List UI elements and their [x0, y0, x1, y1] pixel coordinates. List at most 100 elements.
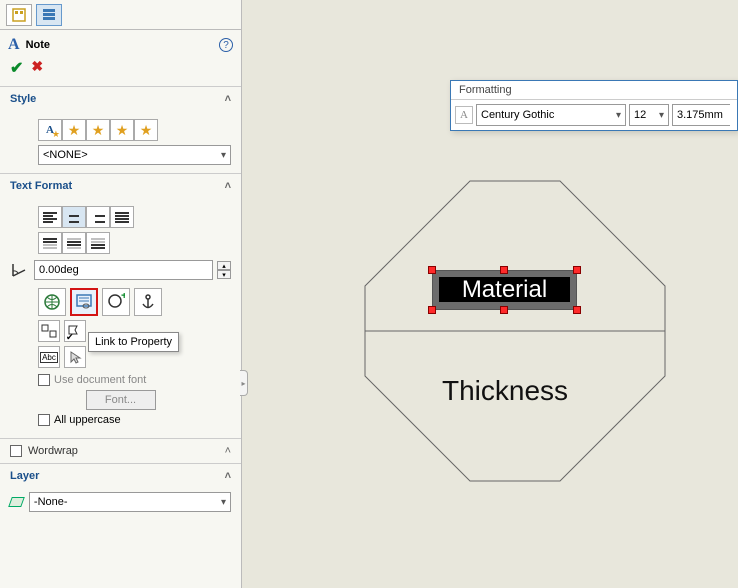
insert-flag-button[interactable]: ✔ — [64, 320, 86, 342]
select-tool-button[interactable] — [64, 346, 86, 368]
angle-icon — [10, 260, 30, 280]
note-icon: A — [8, 36, 20, 54]
use-doc-font-label: Use document font — [54, 374, 146, 386]
panel-title-row: A Note ? — [0, 30, 241, 56]
font-button[interactable]: Font... — [86, 390, 156, 410]
anchor-icon — [139, 293, 157, 311]
balloon-icon: + — [107, 293, 125, 311]
style-fav-apply[interactable]: A★ — [38, 119, 62, 141]
font-family-combo[interactable]: Century Gothic ▾ — [476, 104, 626, 126]
section-layer-header[interactable]: Layer ˄ — [0, 464, 241, 488]
align-justify-button[interactable] — [110, 206, 134, 228]
chevron-down-icon: ▾ — [616, 110, 621, 121]
chevron-up-icon: ˄ — [225, 445, 231, 457]
insert-anchor-button[interactable] — [134, 288, 162, 316]
angle-input[interactable] — [34, 260, 213, 280]
align-right-button[interactable] — [86, 206, 110, 228]
handle-ne[interactable] — [573, 266, 581, 274]
ok-button[interactable]: ✔ — [10, 58, 23, 78]
panel-tabs — [0, 0, 241, 30]
property-manager-icon — [42, 8, 56, 22]
align-left-button[interactable] — [38, 206, 62, 228]
handle-nw[interactable] — [428, 266, 436, 274]
wordwrap-checkbox[interactable] — [10, 445, 22, 457]
feature-manager-icon — [12, 8, 26, 22]
panel-title: Note — [26, 39, 50, 51]
note-textbox-material[interactable]: Material — [432, 270, 577, 310]
handle-sw[interactable] — [428, 306, 436, 314]
symbol-icon — [41, 324, 57, 338]
use-doc-font-row[interactable]: Use document font — [38, 374, 231, 386]
valign-middle-button[interactable] — [62, 232, 86, 254]
all-uppercase-row[interactable]: All uppercase — [38, 414, 231, 426]
align-row-1 — [38, 206, 231, 228]
font-height-value: 3.175mm — [677, 109, 723, 121]
angle-row: ▴▾ — [10, 260, 231, 280]
section-wordwrap: Wordwrap ˄ — [0, 439, 241, 464]
section-text-format: Text Format ˄ ▴▾ + — [0, 174, 241, 439]
align-row-2 — [38, 232, 231, 254]
handle-s[interactable] — [500, 306, 508, 314]
handle-se[interactable] — [573, 306, 581, 314]
globe-icon — [43, 293, 61, 311]
section-layer: Layer ˄ -None- ▾ — [0, 464, 241, 520]
angle-spinner[interactable]: ▴▾ — [217, 261, 231, 279]
layer-value: -None- — [34, 496, 68, 508]
style-fav-add[interactable]: ★ — [62, 119, 86, 141]
insert-hyperlink-button[interactable] — [38, 288, 66, 316]
all-uppercase-label: All uppercase — [54, 414, 121, 426]
link-to-property-button[interactable] — [70, 288, 98, 316]
use-doc-font-checkbox[interactable] — [38, 374, 50, 386]
handle-n[interactable] — [500, 266, 508, 274]
font-size-value: 12 — [634, 109, 646, 121]
font-height-field[interactable]: 3.175mm — [672, 104, 730, 126]
section-style-header[interactable]: Style ˄ — [0, 87, 241, 111]
wordwrap-row[interactable]: Wordwrap ˄ — [0, 439, 241, 463]
chevron-down-icon: ▾ — [221, 497, 226, 508]
tab-property-manager[interactable] — [36, 4, 62, 26]
insert-symbol-button[interactable] — [38, 320, 60, 342]
insert-balloon-button[interactable]: + — [102, 288, 130, 316]
fit-text-button[interactable]: Abc — [38, 346, 60, 368]
help-icon[interactable]: ? — [219, 38, 233, 52]
chevron-down-icon: ▾ — [221, 150, 226, 161]
section-text-format-header[interactable]: Text Format ˄ — [0, 174, 241, 198]
valign-top-button[interactable] — [38, 232, 62, 254]
style-fav-delete[interactable]: ★ — [86, 119, 110, 141]
style-fav-save[interactable]: ★ — [110, 119, 134, 141]
note-text-thickness[interactable]: Thickness — [442, 375, 568, 407]
font-size-combo[interactable]: 12 ▾ — [629, 104, 669, 126]
section-style-label: Style — [10, 93, 36, 105]
link-property-icon — [75, 293, 93, 311]
formatting-title: Formatting — [451, 81, 737, 100]
style-fav-load[interactable]: ★ — [134, 119, 158, 141]
all-uppercase-checkbox[interactable] — [38, 414, 50, 426]
octagon-shape — [355, 176, 675, 496]
formatting-toolbar[interactable]: Formatting A Century Gothic ▾ 12 ▾ 3.175… — [450, 80, 738, 131]
angle-down[interactable]: ▾ — [217, 270, 231, 279]
section-text-format-label: Text Format — [10, 180, 72, 192]
property-panel: A Note ? ✔ ✖ Style ˄ A★ ★ ★ ★ ★ <NONE> ▾ — [0, 0, 242, 588]
style-favorite-row: A★ ★ ★ ★ ★ — [38, 119, 231, 141]
style-preset-combo[interactable]: <NONE> ▾ — [38, 145, 231, 165]
layer-icon — [8, 497, 25, 507]
chevron-up-icon: ˄ — [225, 180, 231, 192]
valign-bottom-button[interactable] — [86, 232, 110, 254]
ok-cancel-row: ✔ ✖ — [0, 56, 241, 87]
angle-up[interactable]: ▴ — [217, 261, 231, 270]
link-to-property-tooltip: Link to Property — [88, 332, 179, 352]
section-style: Style ˄ A★ ★ ★ ★ ★ <NONE> ▾ — [0, 87, 241, 174]
cancel-button[interactable]: ✖ — [31, 58, 43, 78]
style-preset-value: <NONE> — [43, 149, 88, 161]
insert-row-1: + — [38, 288, 231, 316]
text-style-icon[interactable]: A — [455, 106, 473, 124]
wordwrap-label: Wordwrap — [28, 445, 78, 457]
layer-combo[interactable]: -None- ▾ — [29, 492, 231, 512]
align-center-button[interactable] — [62, 206, 86, 228]
tab-feature-manager[interactable] — [6, 4, 32, 26]
chevron-up-icon: ˄ — [225, 93, 231, 105]
font-family-value: Century Gothic — [481, 109, 554, 121]
chevron-up-icon: ˄ — [225, 470, 231, 482]
chevron-down-icon: ▾ — [659, 110, 664, 121]
section-layer-label: Layer — [10, 470, 39, 482]
